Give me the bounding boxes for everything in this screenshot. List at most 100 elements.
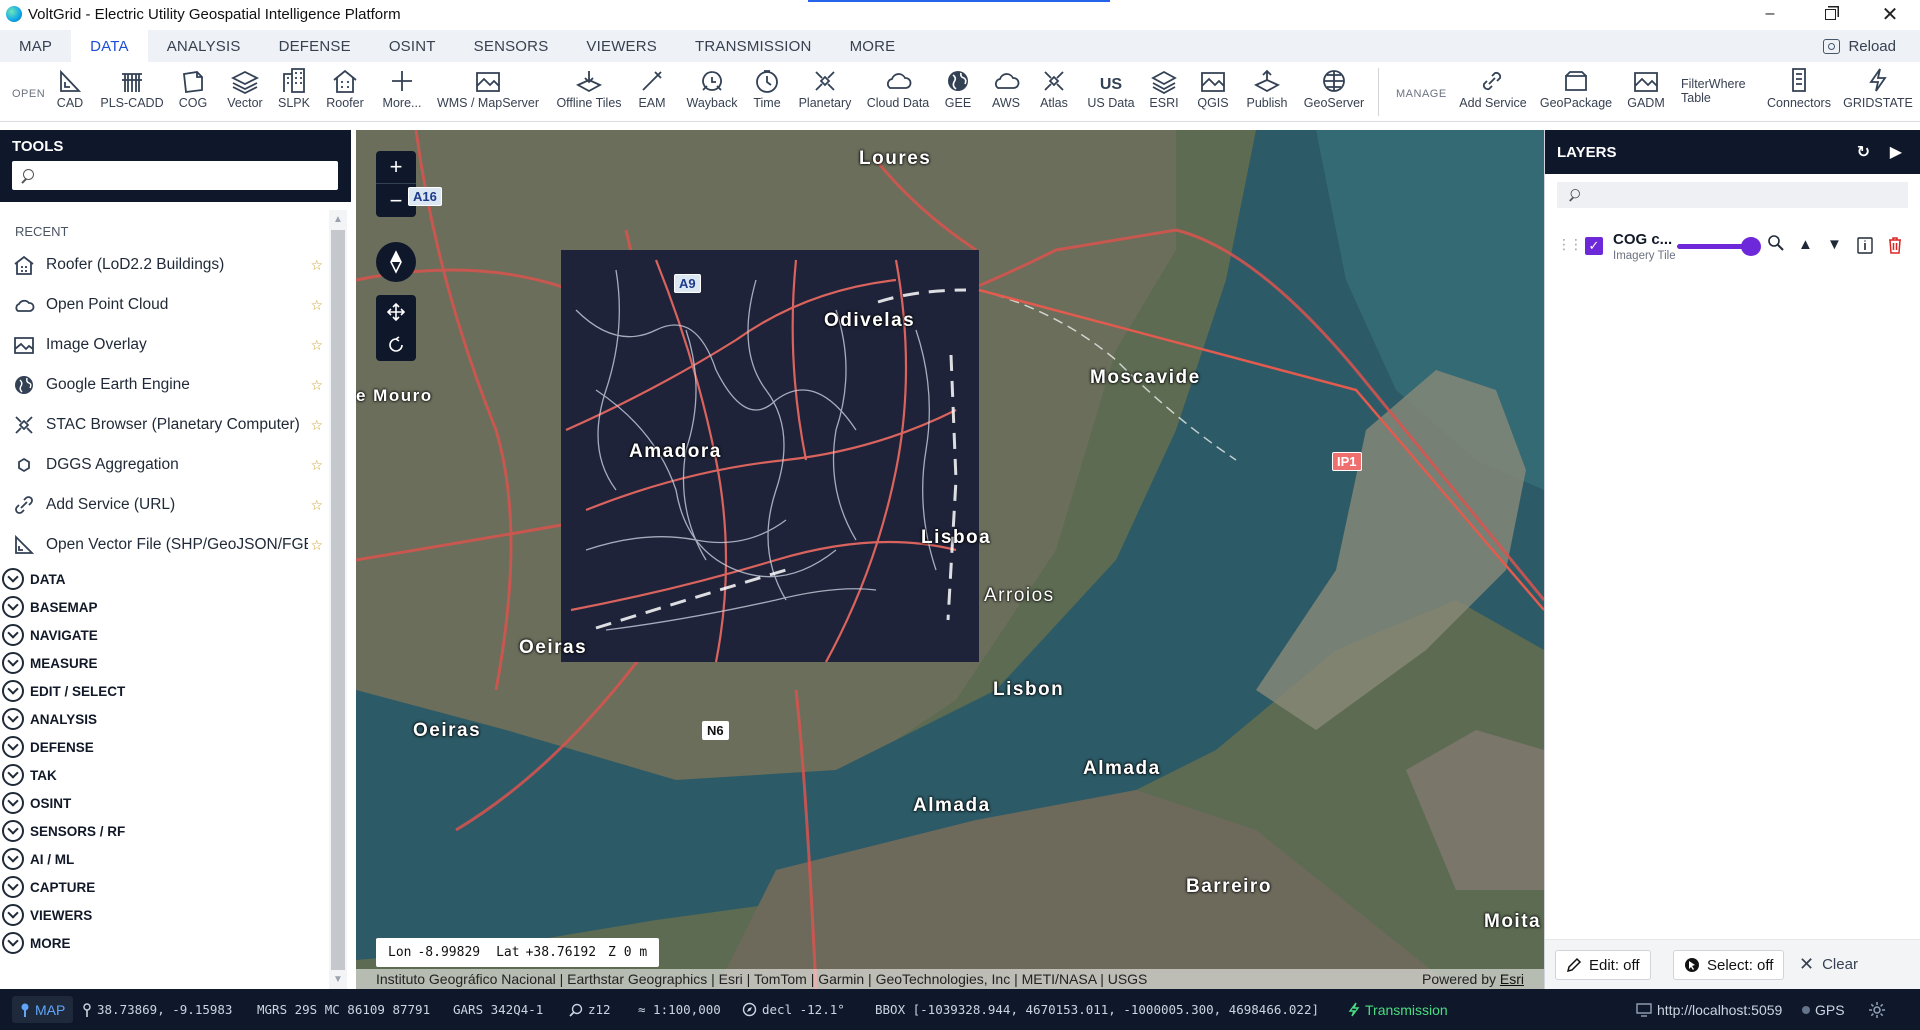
- tab-transmission[interactable]: TRANSMISSION: [676, 30, 831, 62]
- recent-item-image-overlay[interactable]: Image Overlay ☆: [0, 325, 328, 365]
- ribbon-wayback-button[interactable]: Wayback: [684, 62, 740, 122]
- scrollbar-thumb[interactable]: [331, 230, 345, 970]
- tab-osint[interactable]: OSINT: [370, 30, 455, 62]
- restore-button[interactable]: [1800, 0, 1860, 28]
- compass-button[interactable]: [376, 242, 416, 282]
- ribbon-esri-button[interactable]: ESRI: [1148, 62, 1180, 122]
- ribbon-slpk-button[interactable]: SLPK: [276, 62, 312, 122]
- layers-search-input[interactable]: [1557, 182, 1908, 208]
- favorite-star-icon[interactable]: ☆: [310, 257, 323, 274]
- favorite-star-icon[interactable]: ☆: [310, 497, 323, 514]
- recent-item-roofer[interactable]: Roofer (LoD2.2 Buildings) ☆: [0, 245, 328, 285]
- clear-button[interactable]: ✕ Clear: [1799, 954, 1858, 975]
- ribbon-offline-tiles-button[interactable]: Offline Tiles: [554, 62, 624, 122]
- tab-defense[interactable]: DEFENSE: [260, 30, 370, 62]
- select-toggle-button[interactable]: Select: off: [1673, 950, 1785, 980]
- favorite-star-icon[interactable]: ☆: [310, 417, 323, 434]
- reload-button[interactable]: Reload: [1823, 30, 1896, 62]
- ribbon-geoserver-button[interactable]: GeoServer: [1304, 62, 1364, 122]
- zoom-in-button[interactable]: +: [376, 151, 416, 184]
- scroll-up-icon[interactable]: ▲: [333, 214, 343, 225]
- tab-viewers[interactable]: VIEWERS: [567, 30, 676, 62]
- minimize-button[interactable]: –: [1740, 0, 1800, 28]
- section-osint[interactable]: OSINT: [0, 789, 328, 817]
- ribbon-planetary-button[interactable]: Planetary: [798, 62, 852, 122]
- ribbon-time-button[interactable]: Time: [752, 62, 782, 122]
- status-transmission[interactable]: Transmission: [1348, 989, 1448, 1030]
- ribbon-us-data-button[interactable]: US US Data: [1086, 62, 1136, 122]
- ribbon-gridstate-button[interactable]: GRIDSTATE: [1843, 62, 1913, 122]
- ribbon-qgis-button[interactable]: QGIS: [1196, 62, 1230, 122]
- ribbon-gadm-button[interactable]: GADM: [1626, 62, 1666, 122]
- ribbon-add-service-button[interactable]: Add Service: [1458, 62, 1528, 122]
- tools-search-input[interactable]: [12, 161, 338, 190]
- scroll-down-icon[interactable]: ▼: [333, 974, 343, 985]
- slider-knob[interactable]: [1741, 237, 1761, 256]
- tab-sensors[interactable]: SENSORS: [455, 30, 568, 62]
- section-viewers[interactable]: VIEWERS: [0, 901, 328, 929]
- layer-opacity-slider[interactable]: [1677, 237, 1761, 256]
- ribbon-roofer-button[interactable]: Roofer: [324, 62, 366, 122]
- section-data[interactable]: DATA: [0, 565, 328, 593]
- edit-toggle-button[interactable]: Edit: off: [1555, 950, 1651, 980]
- zoom-to-layer-icon[interactable]: [1767, 234, 1785, 256]
- section-analysis[interactable]: ANALYSIS: [0, 705, 328, 733]
- tools-scrollbar[interactable]: ▲ ▼: [329, 210, 347, 989]
- move-layer-up-icon[interactable]: ▲: [1798, 236, 1813, 253]
- section-capture[interactable]: CAPTURE: [0, 873, 328, 901]
- map-view[interactable]: + − A16 A9 IP1 N6 Loures Odivelas Moscav…: [356, 130, 1544, 989]
- favorite-star-icon[interactable]: ☆: [310, 337, 323, 354]
- ribbon-more-button[interactable]: More...: [380, 62, 424, 122]
- pan-button[interactable]: [376, 295, 416, 328]
- section-more[interactable]: MORE: [0, 929, 328, 957]
- favorite-star-icon[interactable]: ☆: [310, 377, 323, 394]
- close-button[interactable]: ✕: [1860, 0, 1920, 28]
- ribbon-atlas-button[interactable]: Atlas: [1036, 62, 1072, 122]
- ribbon-vector-button[interactable]: Vector: [224, 62, 266, 122]
- recent-item-stac-browser[interactable]: STAC Browser (Planetary Computer) ☆: [0, 405, 328, 445]
- ribbon-cad-button[interactable]: CAD: [52, 62, 88, 122]
- ribbon-geopackage-button[interactable]: GeoPackage: [1540, 62, 1612, 122]
- recent-item-add-service[interactable]: Add Service (URL) ☆: [0, 485, 328, 525]
- move-layer-down-icon[interactable]: ▼: [1827, 236, 1842, 253]
- ribbon-aws-button[interactable]: AWS: [990, 62, 1022, 122]
- drag-handle-icon[interactable]: ⋮⋮: [1557, 236, 1583, 253]
- section-edit-select[interactable]: EDIT / SELECT: [0, 677, 328, 705]
- tab-data[interactable]: DATA: [71, 30, 148, 62]
- ribbon-wms-button[interactable]: WMS / MapServer: [436, 62, 540, 122]
- ribbon-gee-button[interactable]: GEE: [942, 62, 974, 122]
- section-tak[interactable]: TAK: [0, 761, 328, 789]
- recent-item-open-vector-file[interactable]: Open Vector File (SHP/GeoJSON/FGB) ☆: [0, 525, 328, 565]
- esri-link[interactable]: Esri: [1500, 971, 1524, 987]
- recent-item-dggs[interactable]: DGGS Aggregation ☆: [0, 445, 328, 485]
- ribbon-cloud-data-button[interactable]: Cloud Data: [866, 62, 930, 122]
- ribbon-cog-button[interactable]: COG: [176, 62, 210, 122]
- delete-layer-icon[interactable]: [1887, 236, 1903, 258]
- tab-map[interactable]: MAP: [0, 30, 71, 62]
- recent-item-point-cloud[interactable]: Open Point Cloud ☆: [0, 285, 328, 325]
- ribbon-pls-cadd-button[interactable]: PLS-CADD: [100, 62, 164, 122]
- tab-more[interactable]: MORE: [831, 30, 915, 62]
- rotate-button[interactable]: [376, 328, 416, 361]
- layer-row[interactable]: ⋮⋮ ✓ COG c... Imagery Tiles ▲ ▼: [1545, 226, 1920, 266]
- refresh-icon[interactable]: ↻: [1857, 142, 1870, 162]
- section-defense[interactable]: DEFENSE: [0, 733, 328, 761]
- section-navigate[interactable]: NAVIGATE: [0, 621, 328, 649]
- section-basemap[interactable]: BASEMAP: [0, 593, 328, 621]
- ribbon-connectors-button[interactable]: Connectors: [1766, 62, 1832, 122]
- mode-badge[interactable]: MAP: [12, 996, 74, 1023]
- favorite-star-icon[interactable]: ☆: [310, 537, 323, 554]
- collapse-panel-icon[interactable]: ▶: [1890, 142, 1902, 162]
- section-measure[interactable]: MEASURE: [0, 649, 328, 677]
- tab-analysis[interactable]: ANALYSIS: [148, 30, 260, 62]
- section-sensors-rf[interactable]: SENSORS / RF: [0, 817, 328, 845]
- section-ai-ml[interactable]: AI / ML: [0, 845, 328, 873]
- layer-info-icon[interactable]: [1857, 237, 1873, 258]
- layer-visibility-checkbox[interactable]: ✓: [1585, 237, 1603, 255]
- ribbon-eam-button[interactable]: EAM: [636, 62, 668, 122]
- favorite-star-icon[interactable]: ☆: [310, 297, 323, 314]
- settings-button[interactable]: [1868, 989, 1886, 1030]
- ribbon-filterwhere-table-button[interactable]: FilterWhere Table: [1681, 77, 1746, 105]
- favorite-star-icon[interactable]: ☆: [310, 457, 323, 474]
- recent-item-google-earth-engine[interactable]: Google Earth Engine ☆: [0, 365, 328, 405]
